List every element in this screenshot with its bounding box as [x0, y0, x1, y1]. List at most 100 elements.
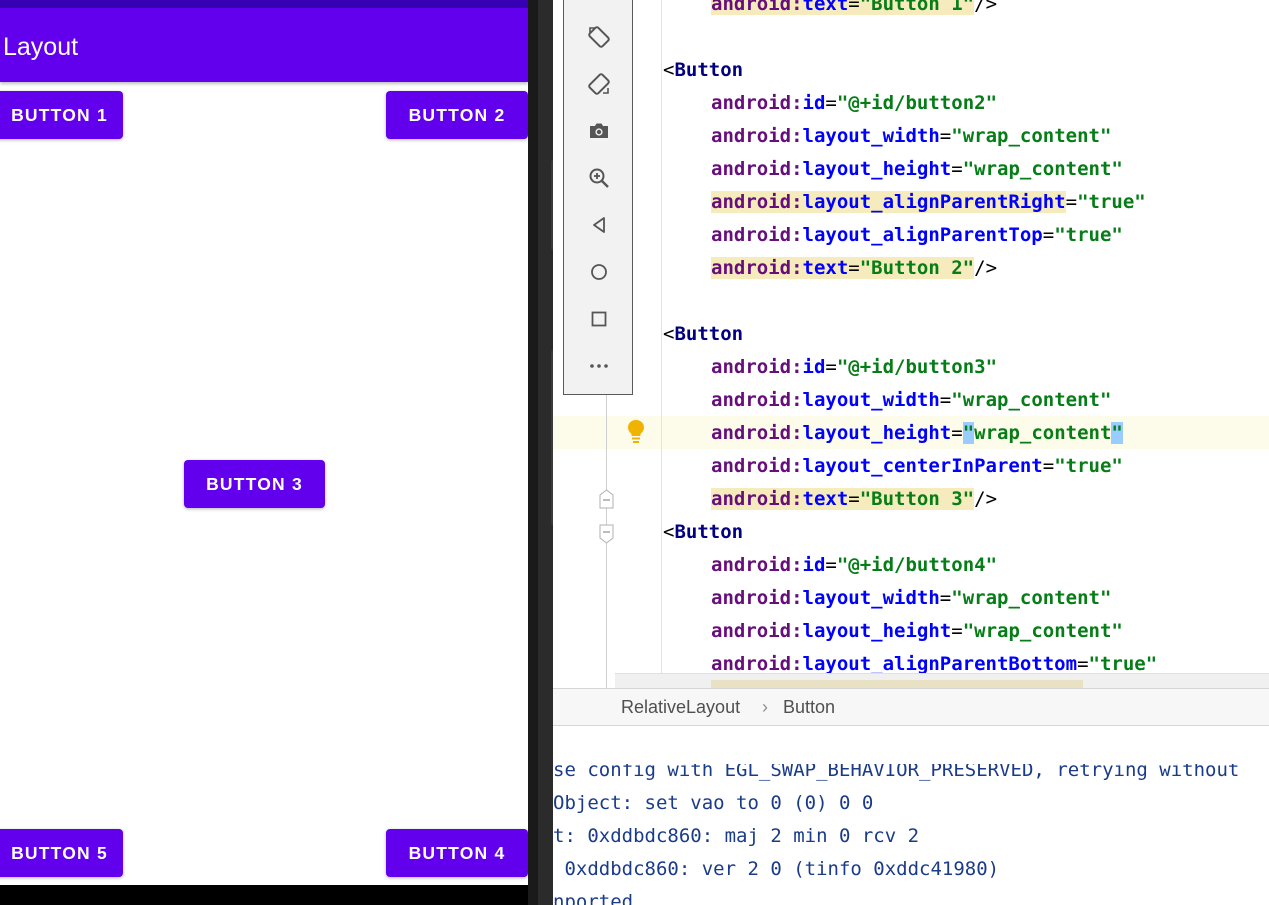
code-line[interactable]: android:layout_alignParentTop="true" — [663, 219, 1123, 252]
code-namespace: android: — [711, 455, 803, 477]
button-5[interactable]: BUTTON 5 — [0, 829, 123, 877]
camera-icon[interactable] — [586, 118, 612, 144]
code-value: "wrap_content" — [951, 389, 1112, 411]
code-equals: = — [951, 620, 963, 642]
code-quote-selected: " — [1111, 422, 1123, 444]
code-bracket: < — [663, 521, 675, 543]
code-tail: /> — [974, 488, 998, 510]
emulator-toolbar — [563, 0, 633, 395]
log-line: nported — [553, 891, 634, 905]
button-3[interactable]: BUTTON 3 — [184, 460, 325, 508]
code-namespace: android: — [711, 257, 803, 279]
code-attribute: text — [802, 257, 849, 279]
code-value: "true" — [1054, 455, 1123, 477]
horizontal-scrollbar[interactable] — [615, 673, 1269, 688]
code-line[interactable]: android:id="@+id/button2" — [663, 87, 997, 120]
code-attribute: layout_height — [802, 620, 952, 642]
logcat-output[interactable]: se config with EGL_SWAP_BEHAVIOR_PRESERV… — [553, 764, 1269, 905]
code-attribute: text — [802, 488, 849, 510]
button-2[interactable]: BUTTON 2 — [386, 91, 528, 139]
indent-guide — [661, 0, 662, 688]
code-equals: = — [939, 125, 952, 147]
code-line[interactable]: android:text="Button 2"/> — [663, 252, 997, 285]
code-line[interactable]: android:layout_height="wrap_content" — [663, 153, 1123, 186]
code-attribute: text — [802, 0, 849, 15]
code-namespace: android: — [711, 587, 803, 609]
code-namespace: android: — [711, 653, 803, 675]
log-line: Object: set vao to 0 (0) 0 0 — [553, 792, 874, 814]
code-line[interactable]: android:layout_centerInParent="true" — [663, 450, 1123, 483]
code-equals: = — [951, 158, 963, 180]
zoom-in-icon[interactable] — [586, 165, 612, 191]
home-icon[interactable] — [586, 259, 612, 285]
code-equals: = — [939, 587, 952, 609]
code-line[interactable]: android:id="@+id/button3" — [663, 351, 997, 384]
button-4[interactable]: BUTTON 4 — [386, 829, 528, 877]
code-equals: = — [825, 356, 837, 378]
code-namespace: android: — [711, 422, 803, 444]
code-line[interactable]: android:text="Button 3"/> — [663, 483, 997, 516]
horizontal-scrollbar-thumb[interactable] — [711, 680, 1083, 688]
code-line-current[interactable]: android:layout_height="wrap_content" — [663, 417, 1123, 450]
code-value: "@+id/button4" — [836, 554, 998, 576]
code-line[interactable]: <Button — [663, 318, 743, 351]
back-icon[interactable] — [586, 212, 612, 238]
code-line[interactable]: <Button — [663, 54, 743, 87]
tool-window-header — [553, 726, 1269, 764]
code-equals: = — [1042, 455, 1055, 477]
code-line[interactable]: android:layout_width="wrap_content" — [663, 120, 1111, 153]
code-bracket: < — [663, 323, 675, 345]
emulator-bezel-bottom — [0, 885, 553, 905]
code-line[interactable]: android:layout_width="wrap_content" — [663, 582, 1111, 615]
code-line[interactable]: <Button — [663, 516, 743, 549]
code-attribute: layout_centerInParent — [802, 455, 1043, 477]
code-tail: /> — [974, 0, 998, 15]
lightbulb-icon[interactable] — [625, 418, 647, 444]
fold-collapse-icon[interactable] — [598, 489, 615, 509]
overview-icon[interactable] — [586, 306, 612, 332]
code-value: "@+id/button2" — [836, 92, 998, 114]
button-1[interactable]: BUTTON 1 — [0, 91, 123, 139]
code-namespace: android: — [711, 158, 803, 180]
code-line[interactable]: android:layout_height="wrap_content" — [663, 615, 1123, 648]
app-bar: Layout — [0, 8, 528, 82]
code-attribute: layout_alignParentRight — [802, 191, 1066, 213]
code-namespace: android: — [711, 620, 803, 642]
code-line[interactable]: android:layout_width="wrap_content" — [663, 384, 1111, 417]
code-equals: = — [848, 0, 860, 15]
code-line[interactable]: android:text="Button 1"/> — [663, 0, 997, 21]
breadcrumb-separator: › — [762, 697, 768, 717]
code-attribute: id — [802, 554, 826, 576]
code-equals: = — [1065, 191, 1078, 213]
code-value: "Button 1" — [859, 0, 975, 15]
code-namespace: android: — [711, 389, 803, 411]
code-namespace: android: — [711, 488, 803, 510]
code-line[interactable]: android:layout_alignParentRight="true" — [663, 186, 1146, 219]
code-equals: = — [939, 389, 952, 411]
rotate-right-icon[interactable] — [586, 71, 612, 97]
code-bracket: < — [663, 59, 675, 81]
code-attribute: id — [802, 356, 826, 378]
breadcrumb-item-relativelayout[interactable]: RelativeLayout — [621, 697, 740, 718]
code-tag: Button — [674, 521, 744, 543]
more-icon[interactable] — [586, 353, 612, 379]
code-value: "true" — [1054, 224, 1123, 246]
code-equals: = — [1077, 653, 1089, 675]
breadcrumb: RelativeLayout › Button — [553, 688, 1269, 726]
code-value: "Button 3" — [859, 488, 975, 510]
code-namespace: android: — [711, 125, 803, 147]
code-namespace: android: — [711, 191, 803, 213]
code-namespace: android: — [711, 224, 803, 246]
status-bar — [0, 0, 528, 8]
rotate-left-icon[interactable] — [586, 24, 612, 50]
code-tag: Button — [674, 59, 744, 81]
fold-expand-icon[interactable] — [598, 524, 615, 544]
code-equals: = — [825, 92, 837, 114]
code-value: "Button 2" — [859, 257, 975, 279]
code-namespace: android: — [711, 92, 803, 114]
code-attribute: id — [802, 92, 826, 114]
code-value: "wrap_content" — [951, 125, 1112, 147]
breadcrumb-item-button[interactable]: Button — [783, 697, 835, 718]
code-line[interactable]: android:id="@+id/button4" — [663, 549, 997, 582]
code-equals: = — [848, 488, 860, 510]
